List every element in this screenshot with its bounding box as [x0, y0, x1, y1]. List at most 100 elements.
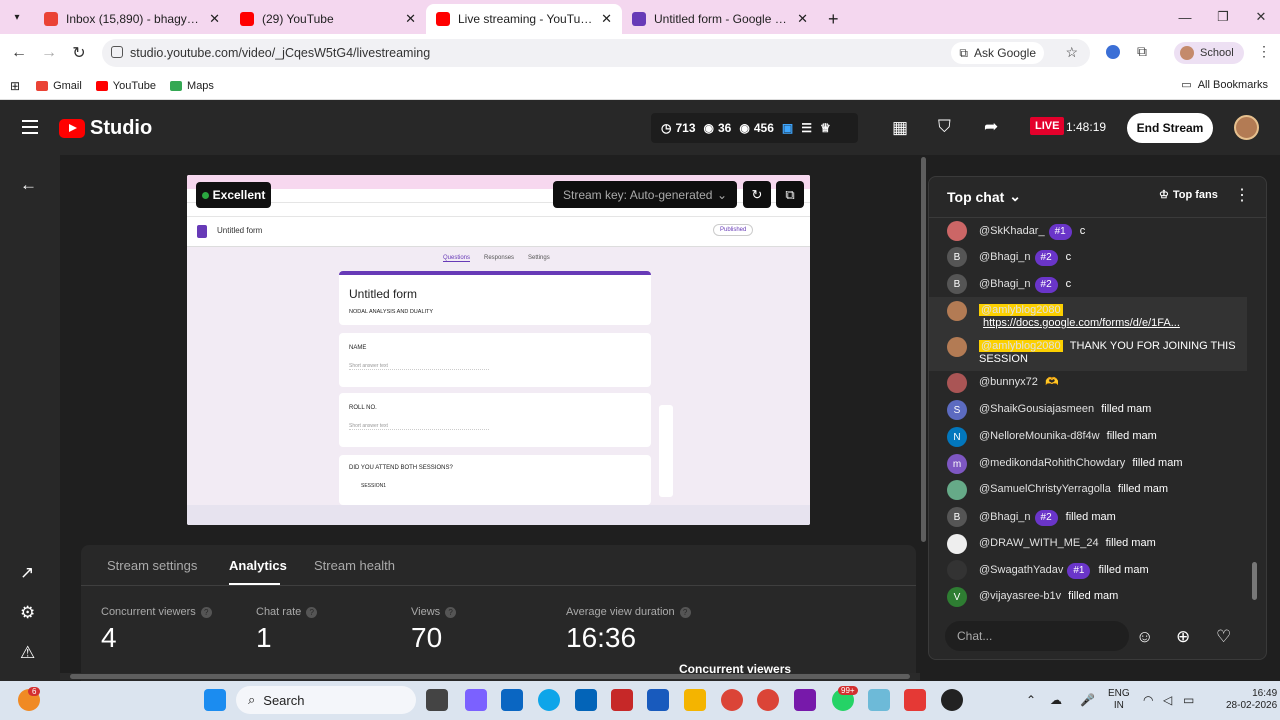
apps-grid-icon[interactable]: ⊞: [10, 79, 20, 93]
reload-icon[interactable]: ↻: [64, 43, 94, 63]
battery-icon[interactable]: ▭: [1183, 693, 1194, 707]
site-info-icon[interactable]: [111, 46, 123, 58]
chat-author[interactable]: @Bhagi_n: [979, 278, 1031, 290]
chat-author[interactable]: @medikondaRohithChowdary: [979, 457, 1125, 469]
back-icon[interactable]: ←: [4, 44, 34, 62]
mic-icon[interactable]: 🎤: [1080, 693, 1095, 707]
avatar[interactable]: [947, 534, 967, 554]
avatar[interactable]: [947, 301, 967, 321]
onenote-icon[interactable]: [794, 689, 816, 711]
help-icon[interactable]: ?: [306, 606, 318, 618]
avatar[interactable]: [947, 560, 967, 580]
obs-icon[interactable]: [941, 689, 963, 711]
top-fans-button[interactable]: ♔ Top fans: [1159, 188, 1218, 202]
close-icon[interactable]: ✕: [601, 11, 612, 27]
bookmark-gmail[interactable]: Gmail: [36, 80, 82, 92]
chat-author[interactable]: @SamuelChristyYerragolla: [979, 483, 1111, 495]
word-icon[interactable]: [647, 689, 669, 711]
chat-author[interactable]: @amlyblog2080: [979, 304, 1063, 316]
chat-author[interactable]: @SkKhadar_: [979, 225, 1045, 237]
copy-key-button[interactable]: ⧉: [776, 181, 804, 208]
maximize-icon[interactable]: ❐: [1204, 0, 1242, 34]
tab-analytics[interactable]: Analytics: [229, 558, 287, 573]
volume-icon[interactable]: ◁: [1163, 693, 1172, 707]
store-icon[interactable]: [501, 689, 523, 711]
browser-tab-forms[interactable]: Untitled form - Google Forms ✕: [622, 4, 818, 34]
new-tab-button[interactable]: +: [818, 4, 849, 34]
chat-author[interactable]: @Bhagi_n: [979, 511, 1031, 523]
forward-icon[interactable]: →: [34, 44, 64, 62]
top-chat-dropdown[interactable]: Top chat ⌄: [947, 188, 1021, 205]
help-icon[interactable]: ?: [679, 606, 691, 618]
browser-tab-studio[interactable]: Live streaming - YouTube Studi ✕: [426, 4, 622, 34]
end-stream-button[interactable]: End Stream: [1127, 113, 1213, 143]
help-icon[interactable]: ?: [200, 606, 212, 618]
close-window-icon[interactable]: ✕: [1242, 0, 1280, 34]
chat-author[interactable]: @DRAW_WITH_ME_24: [979, 537, 1099, 549]
copilot-icon[interactable]: [465, 689, 487, 711]
menu-icon[interactable]: [22, 120, 38, 138]
ask-google-button[interactable]: ⧉ Ask Google: [951, 42, 1044, 64]
bookmark-icon[interactable]: ⛉: [938, 117, 951, 137]
emoji-icon[interactable]: ☺: [1136, 627, 1153, 647]
minimize-icon[interactable]: —: [1166, 0, 1204, 34]
taskbar-search[interactable]: ⌕ Search: [236, 686, 416, 714]
file-explorer-icon[interactable]: [684, 689, 706, 711]
chat-author[interactable]: @ShaikGousiajasmeen: [979, 403, 1094, 415]
profile-chip[interactable]: School: [1174, 42, 1244, 64]
chat-input[interactable]: Chat...: [945, 621, 1129, 651]
system-clock[interactable]: 16:49 28-02-2026: [1226, 688, 1277, 712]
chat-author[interactable]: @NelloreMounika-d8f4w: [979, 430, 1100, 442]
language-indicator[interactable]: ENG IN: [1108, 688, 1130, 712]
windows-start-icon[interactable]: [204, 689, 226, 711]
avatar[interactable]: N: [947, 427, 967, 447]
cloud-icon[interactable]: ☁: [1050, 693, 1062, 707]
chrome-active-icon[interactable]: [721, 689, 743, 711]
add-icon[interactable]: ⊕: [1176, 627, 1190, 647]
app-icon[interactable]: [868, 689, 890, 711]
avatar[interactable]: [947, 480, 967, 500]
chat-author[interactable]: @SwagathYadav: [979, 564, 1063, 576]
chat-author[interactable]: @amlyblog2080: [979, 340, 1063, 352]
chrome-icon[interactable]: [757, 689, 779, 711]
close-icon[interactable]: ✕: [797, 11, 808, 27]
avatar[interactable]: B: [947, 247, 967, 267]
bookmark-star-icon[interactable]: ☆: [1065, 44, 1078, 61]
chevron-up-icon[interactable]: ⌃: [1026, 693, 1036, 707]
list-icon[interactable]: ☰: [801, 121, 812, 135]
main-horizontal-scrollbar[interactable]: [60, 673, 920, 680]
url-field[interactable]: studio.youtube.com/video/_jCqesW5tG4/liv…: [102, 39, 1090, 67]
browser-tab-gmail[interactable]: Inbox (15,890) - bhagya.eee@n ✕: [34, 4, 230, 34]
mcafee-icon[interactable]: [611, 689, 633, 711]
studio-logo[interactable]: Studio: [59, 117, 152, 140]
bookmark-maps[interactable]: Maps: [170, 80, 214, 92]
refresh-key-button[interactable]: ↻: [743, 181, 771, 208]
avatar[interactable]: [947, 337, 967, 357]
share-icon[interactable]: ➦: [984, 117, 998, 137]
chat-author[interactable]: @Bhagi_n: [979, 251, 1031, 263]
browser-tab-youtube[interactable]: (29) YouTube ✕: [230, 4, 426, 34]
all-bookmarks-button[interactable]: ▭ All Bookmarks: [1181, 78, 1268, 92]
bookmark-youtube[interactable]: YouTube: [95, 80, 156, 92]
main-vertical-scrollbar[interactable]: [920, 155, 928, 681]
close-icon[interactable]: ✕: [405, 11, 416, 27]
avatar[interactable]: [947, 373, 967, 393]
tab-stream-health[interactable]: Stream health: [314, 558, 395, 573]
tab-search-icon[interactable]: ▾: [0, 0, 34, 34]
chat-author[interactable]: @bunnyx72: [979, 376, 1038, 388]
stream-key-select[interactable]: Stream key: Auto-generated ⌄: [553, 181, 737, 208]
chat-link[interactable]: https://docs.google.com/forms/d/e/1FA...: [983, 317, 1180, 329]
menu-kebab-icon[interactable]: ⋮: [1257, 43, 1271, 60]
back-arrow-icon[interactable]: ←: [20, 175, 37, 195]
clapperboard-icon[interactable]: ▦: [892, 118, 908, 138]
chat-scrollbar[interactable]: [1252, 222, 1258, 614]
extensions-puzzle-icon[interactable]: ⧉: [1137, 43, 1147, 60]
heart-icon[interactable]: ♡: [1216, 627, 1231, 647]
task-view-icon[interactable]: [426, 689, 448, 711]
close-icon[interactable]: ✕: [209, 11, 220, 27]
avatar[interactable]: [947, 221, 967, 241]
avatar[interactable]: V: [947, 587, 967, 607]
avatar[interactable]: B: [947, 274, 967, 294]
wifi-icon[interactable]: ◠: [1143, 693, 1153, 707]
avatar[interactable]: B: [947, 507, 967, 527]
